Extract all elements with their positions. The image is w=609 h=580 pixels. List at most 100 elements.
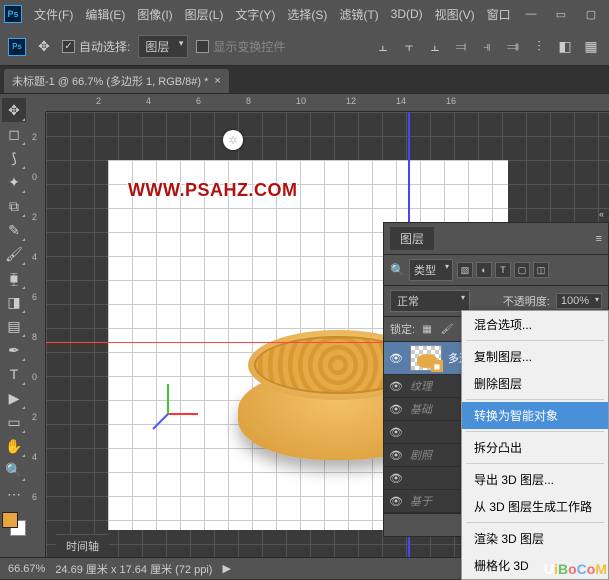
menu-filter[interactable]: 滤镜(T) (333, 6, 384, 23)
lock-transparency-icon[interactable]: ▦ (419, 321, 435, 337)
menu-layer[interactable]: 图层(L) (179, 6, 230, 23)
edit-toolbar[interactable]: ⋯ (2, 482, 26, 506)
filter-search-icon[interactable]: 🔍 (390, 263, 405, 277)
crop-tool[interactable]: ⧉ (2, 194, 26, 218)
maximize-button[interactable]: ▢ (577, 4, 605, 24)
filter-pixel-icon[interactable]: ▧ (457, 262, 473, 278)
zoom-tool[interactable]: 🔍 (2, 458, 26, 482)
stamp-tool[interactable]: ⧯ (2, 266, 26, 290)
hand-tool[interactable]: ✋ (2, 434, 26, 458)
minimize-button[interactable]: — (517, 4, 545, 24)
filter-shape-icon[interactable]: ▢ (514, 262, 530, 278)
marquee-tool[interactable]: ◻ (2, 122, 26, 146)
separator (466, 399, 604, 400)
layer-context-menu: 混合选项... 复制图层... 删除图层 转换为智能对象 拆分凸出 导出 3D … (461, 310, 609, 580)
status-menu-icon[interactable]: ▶ (222, 562, 230, 575)
align-right-icon[interactable]: ⫥ (503, 37, 523, 57)
layer-name[interactable]: 基于 (410, 493, 432, 509)
document-title: 未标题-1 @ 66.7% (多边形 1, RGB/8#) * (12, 73, 208, 89)
3d-mode-icon[interactable]: ◧ (555, 37, 575, 57)
path-select-tool[interactable]: ▶ (2, 386, 26, 410)
layer-name[interactable]: 剧照 (410, 447, 432, 463)
move-tool[interactable]: ✥ (2, 98, 26, 122)
close-tab-icon[interactable]: × (214, 75, 220, 87)
layer-name[interactable]: 基础 (410, 401, 432, 417)
layers-panel-tab[interactable]: 图层 (390, 227, 434, 250)
separator (466, 522, 604, 523)
visibility-icon[interactable]: 👁 (388, 493, 404, 509)
document-dimensions[interactable]: 24.69 厘米 x 17.64 厘米 (72 ppi) (55, 561, 212, 577)
lock-pixels-icon[interactable]: 🖌 (439, 321, 455, 337)
ctx-split-extrude[interactable]: 拆分凸出 (462, 434, 608, 461)
ctx-convert-smart-object[interactable]: 转换为智能对象 (462, 402, 608, 429)
pen-tool[interactable]: ✒ (2, 338, 26, 362)
ctx-delete-layer[interactable]: 删除图层 (462, 370, 608, 397)
show-transform-checkbox[interactable]: 显示变换控件 (196, 38, 285, 55)
panel-menu-icon[interactable]: ≡ (596, 233, 602, 245)
tool-preset-icon[interactable]: Ps (8, 38, 26, 56)
opacity-label: 不透明度: (503, 293, 550, 309)
menu-image[interactable]: 图像(I) (131, 6, 178, 23)
visibility-icon[interactable]: 👁 (388, 470, 404, 486)
lasso-tool[interactable]: ⟆ (2, 146, 26, 170)
ctx-create-3d-workspace[interactable]: 从 3D 图层生成工作路 (462, 493, 608, 520)
blend-mode-dropdown[interactable]: 正常 (390, 290, 470, 312)
brush-tool[interactable]: 🖌 (2, 242, 26, 266)
visibility-icon[interactable]: 👁 (388, 401, 404, 417)
auto-select-label: 自动选择: (79, 38, 130, 55)
align-bottom-icon[interactable]: ⫠ (425, 37, 445, 57)
3d-pivot-icon[interactable]: ✲ (223, 130, 243, 150)
workspace-icon[interactable]: ▦ (581, 37, 601, 57)
menu-3d[interactable]: 3D(D) (385, 7, 429, 21)
foreground-color-swatch[interactable] (2, 512, 18, 528)
document-tab[interactable]: 未标题-1 @ 66.7% (多边形 1, RGB/8#) * × (4, 69, 229, 93)
menu-bar: Ps 文件(F) 编辑(E) 图像(I) 图层(L) 文字(Y) 选择(S) 滤… (0, 0, 609, 28)
layer-name[interactable]: 纹理 (410, 378, 432, 394)
gradient-tool[interactable]: ▤ (2, 314, 26, 338)
distribute-icon[interactable]: ⫶ (529, 37, 549, 57)
visibility-icon[interactable]: 👁 (388, 447, 404, 463)
align-left-icon[interactable]: ⫤ (451, 37, 471, 57)
maximize-inner-button[interactable]: ▭ (547, 4, 575, 24)
ctx-blend-options[interactable]: 混合选项... (462, 311, 608, 338)
visibility-icon[interactable]: 👁 (388, 378, 404, 394)
opacity-input[interactable]: 100% (556, 293, 602, 309)
collapse-panel-icon[interactable]: « (599, 209, 604, 219)
color-swatches[interactable] (2, 512, 26, 536)
filter-smart-icon[interactable]: ◫ (533, 262, 549, 278)
visibility-icon[interactable]: 👁 (388, 424, 404, 440)
ruler-origin[interactable] (28, 94, 46, 112)
ctx-export-3d-layer[interactable]: 导出 3D 图层... (462, 466, 608, 493)
ctx-render-3d-layer[interactable]: 渲染 3D 图层 (462, 525, 608, 552)
auto-select-target-dropdown[interactable]: 图层 (138, 35, 188, 58)
3d-axis-gizmo[interactable] (148, 374, 208, 437)
eyedropper-tool[interactable]: ✎ (2, 218, 26, 242)
shape-tool[interactable]: ▭ (2, 410, 26, 434)
menu-view[interactable]: 视图(V) (429, 6, 481, 23)
visibility-icon[interactable]: 👁 (388, 350, 404, 366)
menu-file[interactable]: 文件(F) (28, 6, 79, 23)
zoom-level[interactable]: 66.67% (8, 563, 45, 575)
ps-logo-icon: Ps (4, 5, 22, 23)
timeline-panel-tab[interactable]: 时间轴 (56, 534, 109, 557)
align-vcenter-icon[interactable]: ⫟ (399, 37, 419, 57)
menu-edit[interactable]: 编辑(E) (79, 6, 131, 23)
menu-window[interactable]: 窗口 (481, 6, 517, 23)
horizontal-ruler[interactable]: 2 4 6 8 10 12 14 16 (46, 94, 609, 112)
align-hcenter-icon[interactable]: ⫣ (477, 37, 497, 57)
auto-select-checkbox[interactable]: ✓ 自动选择: (62, 38, 130, 55)
filter-type-icon[interactable]: T (495, 262, 511, 278)
ctx-copy-layer[interactable]: 复制图层... (462, 343, 608, 370)
magic-wand-tool[interactable]: ✦ (2, 170, 26, 194)
eraser-tool[interactable]: ◨ (2, 290, 26, 314)
watermark-text: WWW.PSAHZ.COM (128, 180, 297, 201)
menu-type[interactable]: 文字(Y) (229, 6, 281, 23)
layer-thumbnail[interactable]: ◼ (410, 345, 442, 371)
filter-kind-dropdown[interactable]: 类型 (409, 259, 453, 281)
filter-adjustment-icon[interactable]: ◐ (476, 262, 492, 278)
align-top-icon[interactable]: ⫠ (373, 37, 393, 57)
type-tool[interactable]: T (2, 362, 26, 386)
vertical-ruler[interactable]: 2 0 2 4 6 8 0 2 4 6 (28, 112, 46, 557)
menu-select[interactable]: 选择(S) (281, 6, 333, 23)
options-bar: Ps ✥ ✓ 自动选择: 图层 显示变换控件 ⫠ ⫟ ⫠ ⫤ ⫣ ⫥ ⫶ ◧ ▦ (0, 28, 609, 66)
